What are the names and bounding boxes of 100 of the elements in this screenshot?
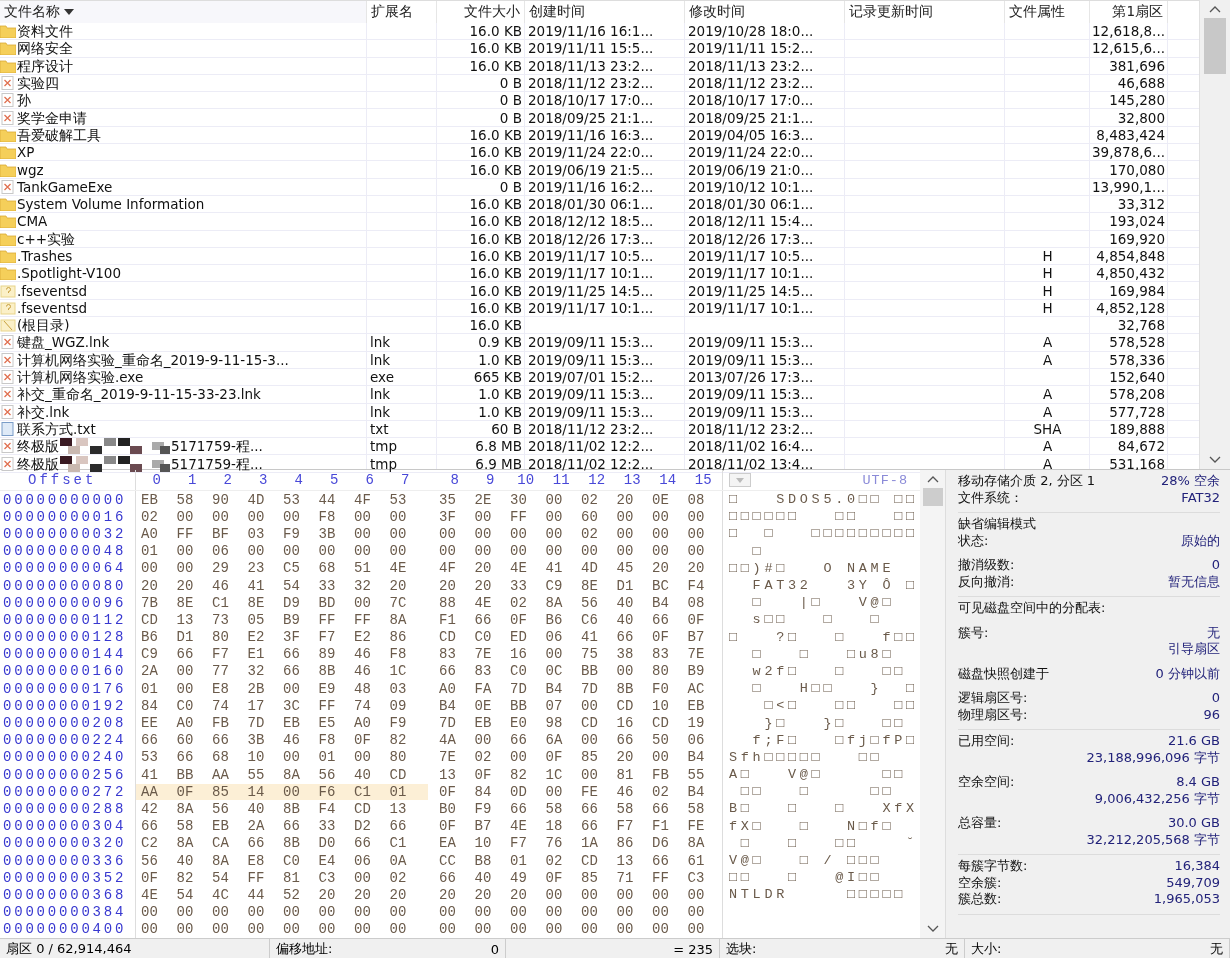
hex-byte: 20 [686, 560, 706, 577]
column-header[interactable]: 修改时间 [685, 1, 845, 23]
column-header[interactable]: 扩展名 [367, 1, 437, 23]
hex-byte: 00 [388, 904, 408, 921]
hex-byte: C0 [473, 629, 493, 646]
file-name[interactable]: 吾爱破解工具 [17, 126, 101, 143]
file-name[interactable]: .Spotlight-V100 [17, 265, 121, 282]
file-name[interactable]: wgz [17, 161, 44, 178]
hex-byte: 00 [353, 594, 372, 611]
file-name[interactable]: 网络安全 [17, 40, 73, 57]
scrollbar[interactable] [920, 470, 945, 938]
file-name[interactable]: System Volume Information [17, 196, 205, 213]
hex-byte: B9 [686, 663, 706, 680]
table-cell: 2019/10/28 18:0... [688, 23, 814, 40]
hex-byte: ED [509, 629, 528, 646]
file-name[interactable]: .fseventsd [17, 282, 88, 299]
scrollbar[interactable] [1199, 0, 1230, 469]
file-name[interactable]: 孙 [17, 92, 31, 109]
table-cell: 46,688 [1117, 75, 1165, 92]
info-label: 空余空间: [958, 774, 1015, 791]
hex-byte: 0F [509, 611, 528, 628]
column-header[interactable]: 文件名称 [0, 1, 367, 23]
file-name[interactable]: CMA [17, 213, 48, 230]
hex-byte: 66 [175, 646, 195, 663]
hex-byte: 00 [211, 921, 230, 938]
table-cell: 2019/11/17 10:1... [528, 299, 654, 316]
hex-byte: 00 [580, 697, 599, 714]
hex-byte: 03 [388, 680, 408, 697]
hex-byte: 0F [438, 818, 457, 835]
hex-byte: 40 [246, 800, 266, 817]
file-name[interactable]: XP [17, 144, 35, 161]
hex-byte: CD [580, 852, 599, 869]
hex-byte: E8 [211, 680, 230, 697]
file-name[interactable]: 计算机网络实验_重命名_2019-9-11-15-3... [17, 351, 289, 368]
status-label: 选块: [726, 940, 757, 958]
hex-byte: 46 [353, 646, 372, 663]
table-cell: lnk [370, 403, 391, 420]
info-label: 缺省编辑模式 [958, 516, 1036, 533]
hex-byte: 58 [544, 800, 564, 817]
hex-byte: 00 [140, 560, 159, 577]
file-name[interactable]: 5171759-程... [171, 438, 263, 455]
file-name[interactable]: c++实验 [17, 230, 76, 247]
hex-byte: 0E [473, 697, 493, 714]
hex-byte: 00 [438, 543, 457, 560]
column-header[interactable]: 文件属性 [1005, 1, 1090, 23]
hex-byte: 48 [353, 680, 372, 697]
file-name[interactable]: .fseventsd [17, 299, 88, 316]
hex-byte: 7D [509, 680, 528, 697]
charset-dropdown[interactable] [729, 473, 751, 487]
hex-byte: E4 [317, 852, 337, 869]
hex-byte: 00 [246, 921, 266, 938]
table-cell: H [1042, 282, 1053, 299]
table-cell: 193,024 [1109, 213, 1165, 230]
hex-byte: 66 [580, 818, 599, 835]
file-name[interactable]: 终极版 [17, 455, 59, 472]
scroll-thumb[interactable] [922, 488, 943, 506]
decoded-text: □□□□□□ □□ □□ [729, 509, 918, 525]
hex-byte: 75 [580, 646, 599, 663]
hex-byte: 76 [544, 835, 564, 852]
table-cell: 2018/11/12 23:2... [528, 420, 654, 437]
column-header[interactable]: 第1扇区 [1090, 1, 1168, 23]
hex-byte: F8 [317, 732, 337, 749]
hex-byte: 00 [317, 543, 337, 560]
file-name[interactable]: 5171759-程... [171, 455, 263, 472]
file-name[interactable]: 计算机网络实验.exe [17, 369, 144, 386]
hex-byte: 66 [246, 835, 266, 852]
table-cell: 2019/11/16 16:1... [528, 23, 654, 40]
column-header[interactable]: 记录更新时间 [845, 1, 1005, 23]
file-name[interactable]: 实验四 [17, 75, 59, 92]
scroll-thumb[interactable] [1204, 18, 1226, 74]
hex-byte: 7E [473, 646, 493, 663]
scroll-down-icon[interactable] [926, 924, 939, 934]
hex-byte: EA [438, 835, 457, 852]
hex-byte: 66 [509, 800, 528, 817]
table-cell: A [1042, 403, 1053, 420]
file-name[interactable]: 键盘_WGZ.lnk [17, 334, 110, 351]
scroll-up-icon[interactable] [926, 474, 939, 484]
file-name[interactable]: 联系方式.txt [17, 420, 96, 437]
table-cell: 2018/11/02 13:4... [688, 455, 814, 472]
column-header[interactable]: 创建时间 [525, 1, 685, 23]
scroll-down-icon[interactable] [1209, 455, 1221, 465]
file-name[interactable]: (根目录) [17, 317, 70, 334]
file-name[interactable]: 资料文件 [17, 23, 73, 40]
file-name[interactable]: 奖学金申请 [17, 109, 87, 126]
file-name[interactable]: .Trashes [17, 248, 73, 264]
hex-byte: F7 [615, 818, 635, 835]
hex-byte: 32 [353, 577, 372, 594]
file-name[interactable]: 终极版 [17, 438, 59, 455]
file-name[interactable]: 补交_重命名_2019-9-11-15-33-23.lnk [17, 386, 261, 403]
file-name[interactable]: 补交.lnk [17, 403, 70, 420]
scroll-up-icon[interactable] [1209, 4, 1221, 14]
hex-byte: B8 [473, 852, 493, 869]
file-name[interactable]: TankGameExe [17, 178, 113, 195]
table-cell: 16.0 KB [469, 317, 522, 334]
hex-byte: 00 [246, 904, 266, 921]
offset-value: 00000000048 [3, 543, 127, 560]
hex-byte: 00 [140, 904, 159, 921]
column-header[interactable]: 文件大小 [437, 1, 525, 23]
decoded-text: Sfh□□□□□ □□ [729, 749, 883, 765]
file-name[interactable]: 程序设计 [17, 57, 73, 74]
